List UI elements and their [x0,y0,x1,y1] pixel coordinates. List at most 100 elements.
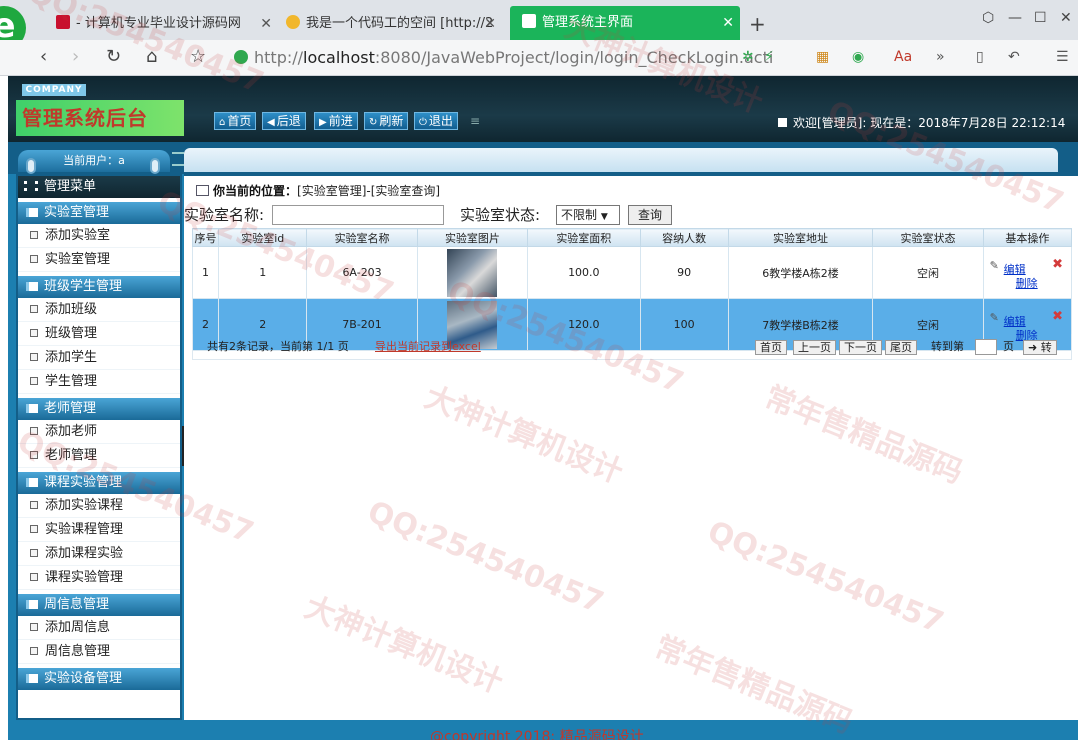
menu-item-student-manage[interactable]: 学生管理 [18,370,180,394]
menu-group-class-student[interactable]: 班级学生管理 [18,276,180,298]
secure-icon [234,50,248,64]
delete-x-icon[interactable]: ✖ [1052,309,1063,324]
menu-item-exp-course-manage[interactable]: 实验课程管理 [18,518,180,542]
menu-icon[interactable]: ☰ [1056,49,1069,65]
status-select-value: 不限制 [561,208,598,222]
first-page-button[interactable]: 首页 [755,340,787,355]
menu-item-add-course-exp[interactable]: 添加课程实验 [18,542,180,566]
page-icon [30,305,38,313]
menu-item-label: 班级管理 [45,326,98,341]
search-bar: 实验室名称: 实验室状态: 不限制 ▼ 查询 [184,204,1074,228]
browser-tab[interactable]: 我是一个代码工的空间 [http://2 ✕ [286,8,502,40]
go-button[interactable]: ➜ 转 [1023,340,1057,355]
nav-refresh-button[interactable]: ↻ 刷新 [364,112,409,130]
list-icon[interactable]: ≡ [470,114,480,128]
lab-name-input[interactable] [272,205,444,225]
home-icon[interactable]: ⌂ [146,46,157,67]
toggle-menu-icon[interactable] [172,152,184,166]
font-icon[interactable]: Aa [894,49,912,65]
menu-item-label: 添加老师 [45,424,98,439]
page-unit-label: 页 [1003,340,1014,353]
page-icon [30,549,38,557]
nav-logout-button[interactable]: ⏻ 退出 [414,112,458,130]
pagination-bar: 共有2条记录，当前第 1/1 页 导出当前记录到excel 首页 上一页 下一页… [192,334,1072,360]
menu-item-course-exp-manage[interactable]: 课程实验管理 [18,566,180,590]
menu-item-add-class[interactable]: 添加班级 [18,298,180,322]
column-header: 基本操作 [982,228,1073,247]
menu-item-add-student[interactable]: 添加学生 [18,346,180,370]
menu-group-course-experiment[interactable]: 课程实验管理 [18,472,180,494]
prev-page-button[interactable]: 上一页 [793,340,836,355]
folder-icon [26,478,38,487]
forward-icon[interactable]: › [72,46,79,67]
apps-icon[interactable]: ▦ [816,49,829,65]
undo-icon[interactable]: ↶ [1008,49,1020,65]
menu-group-lab[interactable]: 实验室管理 [18,202,180,224]
more-tools-icon[interactable]: » [936,49,945,65]
menu-item-label: 课程实验管理 [45,570,124,585]
browser-tab-active[interactable]: 管理系统主界面 ✕ [510,6,740,40]
nav-back-button[interactable]: ◀ 后退 [262,112,306,130]
close-icon[interactable]: ✕ [722,6,734,40]
main-content: 你当前的位置：[实验室管理]-[实验室查询] 实验室名称: 实验室状态: 不限制… [184,174,1078,720]
lab-photo[interactable] [447,248,498,297]
next-page-button[interactable]: 下一页 [839,340,882,355]
lightning-icon[interactable]: ⚡ [764,49,774,65]
breadcrumb-label: 你当前的位置： [213,184,298,198]
column-header: 实验室id [218,228,308,247]
menu-item-week-manage[interactable]: 周信息管理 [18,640,180,664]
menu-item-class-manage[interactable]: 班级管理 [18,322,180,346]
menu-item-label: 老师管理 [45,448,98,463]
query-button[interactable]: 查询 [628,205,672,225]
menu-item-add-week[interactable]: 添加周信息 [18,616,180,640]
nav-home-button[interactable]: ⌂ 首页 [214,112,257,130]
cell-name: 6A-203 [306,246,418,299]
cell-area: 100.0 [527,246,641,299]
last-page-button[interactable]: 尾页 [885,340,917,355]
menu-item-add-lab[interactable]: 添加实验室 [18,224,180,248]
maximize-icon[interactable]: ☐ [1034,10,1047,26]
page-icon [30,353,38,361]
close-window-icon[interactable]: ✕ [1060,10,1072,26]
delete-link[interactable]: 删除 [1016,275,1038,291]
delete-x-icon[interactable]: ✖ [1052,257,1063,272]
page-icon [30,329,38,337]
new-tab-plus-icon[interactable]: + [749,12,766,36]
nav-forward-button[interactable]: ▶ 前进 [314,112,358,130]
speed-icon[interactable]: ✲ [742,49,754,65]
menu-group-week-info[interactable]: 周信息管理 [18,594,180,616]
copyright-footer: @copyright 2018: 精品源码设计 [430,729,644,740]
menu-item-label: 实验室管理 [45,252,111,267]
shirt-icon[interactable]: ⬡ [982,10,994,26]
close-icon[interactable]: ✕ [260,8,272,40]
phone-icon[interactable]: ▯ [976,49,984,65]
tab-title: 我是一个代码工的空间 [http://2 [306,16,494,31]
pin-icon [150,158,160,174]
address-bar[interactable]: http://localhost:8080/JavaWebProject/log… [226,44,776,72]
minimize-icon[interactable]: — [1008,10,1022,26]
column-header: 实验室名称 [306,228,418,247]
table-row[interactable]: 1 1 6A-203 100.0 90 6教学楼A栋2楼 空闲 ✎ 编辑 删除 … [191,246,1073,299]
goto-page-input[interactable] [975,339,997,355]
browser-tab[interactable]: - 计算机专业毕业设计源码网 ✕ [56,8,278,40]
bookmark-star-icon[interactable]: ☆ [190,46,206,67]
translate-icon[interactable]: ◉ [852,49,864,65]
menu-item-teacher-manage[interactable]: 老师管理 [18,444,180,468]
record-summary: 共有2条记录，当前第 1/1 页 [207,340,349,353]
tab-title: 管理系统主界面 [542,15,634,30]
export-excel-link[interactable]: 导出当前记录到excel [375,334,481,360]
column-header: 实验室状态 [872,228,984,247]
menu-item-label: 添加周信息 [45,620,111,635]
menu-item-add-teacher[interactable]: 添加老师 [18,420,180,444]
menu-item-lab-manage[interactable]: 实验室管理 [18,248,180,272]
menu-item-add-exp-course[interactable]: 添加实验课程 [18,494,180,518]
menu-group-equipment[interactable]: 实验设备管理 [18,668,180,690]
back-icon[interactable]: ‹ [40,46,47,67]
sidebar: 管理菜单 实验室管理 添加实验室 实验室管理 班级学生管理 添加班级 班级管理 … [16,174,182,720]
reload-icon[interactable]: ↻ [106,46,121,67]
menu-group-teacher[interactable]: 老师管理 [18,398,180,420]
folder-icon [26,674,38,683]
close-icon[interactable]: ✕ [484,8,496,40]
nav-label: 退出 [428,114,453,128]
lab-status-select[interactable]: 不限制 ▼ [556,205,620,225]
